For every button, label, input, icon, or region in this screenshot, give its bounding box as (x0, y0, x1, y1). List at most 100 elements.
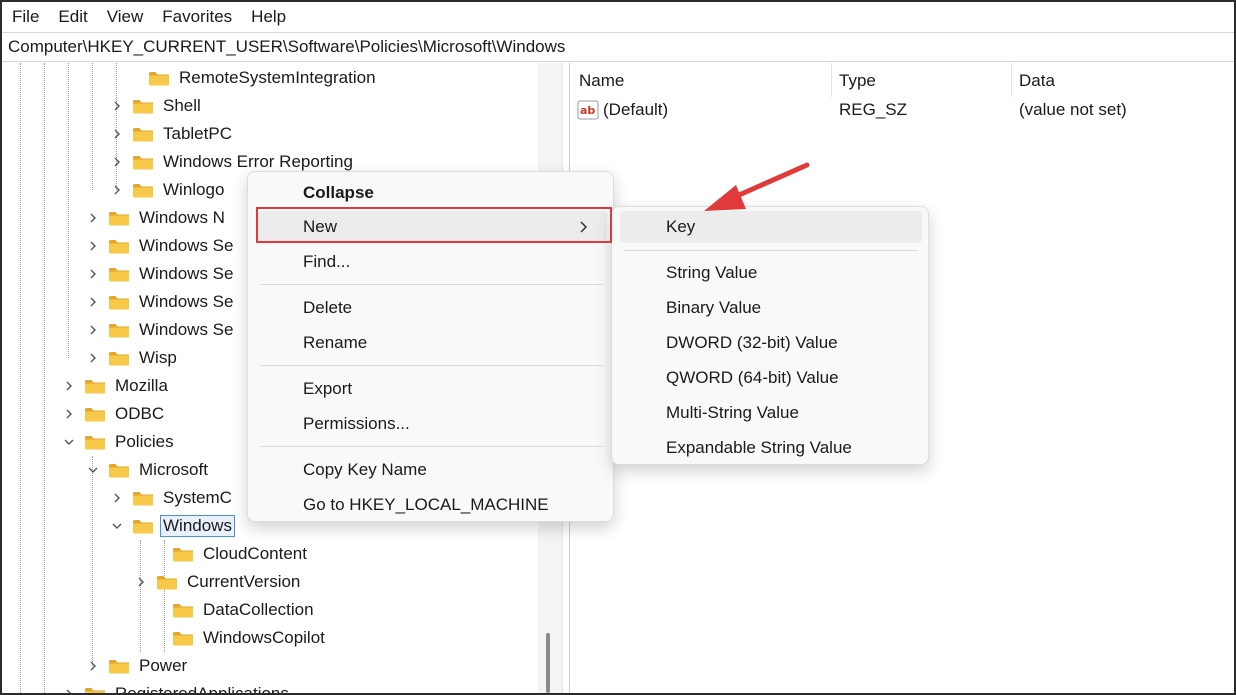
menu-item-delete[interactable]: Delete (256, 292, 607, 324)
folder-icon (172, 602, 194, 619)
chevron-right-icon[interactable] (110, 155, 124, 169)
submenu-item-multi-string-value[interactable]: Multi-String Value (620, 397, 922, 429)
menu-separator (260, 365, 603, 366)
menu-item-export[interactable]: Export (256, 373, 607, 405)
scrollbar-thumb[interactable] (546, 633, 550, 693)
menu-separator (260, 284, 603, 285)
folder-icon (108, 350, 130, 367)
tree-item[interactable]: Shell (110, 92, 204, 120)
chevron-down-icon[interactable] (86, 463, 100, 477)
folder-icon (108, 462, 130, 479)
tree-item[interactable]: RemoteSystemIntegration (148, 64, 379, 92)
reg-sz-icon: ab (577, 100, 599, 120)
menu-item-permissions[interactable]: Permissions... (256, 408, 607, 440)
folder-icon (156, 574, 178, 591)
menu-item-rename[interactable]: Rename (256, 327, 607, 359)
chevron-right-icon[interactable] (62, 407, 76, 421)
tree-item[interactable]: ODBC (62, 400, 167, 428)
column-header-type[interactable]: Type (831, 67, 876, 95)
column-header-name[interactable]: Name (571, 67, 624, 95)
tree-guide-line (20, 63, 21, 693)
tree-item[interactable]: SystemC (110, 484, 235, 512)
chevron-down-icon[interactable] (110, 519, 124, 533)
menu-favorites[interactable]: Favorites (152, 2, 241, 32)
menu-file[interactable]: File (2, 2, 48, 32)
menu-item-collapse[interactable]: Collapse (256, 177, 607, 209)
address-bar[interactable]: Computer\HKEY_CURRENT_USER\Software\Poli… (2, 32, 1234, 62)
tree-item[interactable]: TabletPC (110, 120, 235, 148)
submenu-item-dword-value[interactable]: DWORD (32-bit) Value (620, 327, 922, 359)
tree-item[interactable]: Windows Se (86, 232, 236, 260)
chevron-right-icon[interactable] (86, 267, 100, 281)
tree-item[interactable]: CurrentVersion (134, 568, 303, 596)
tree-item[interactable]: Policies (62, 428, 177, 456)
tree-item-label: RegisteredApplications (112, 683, 292, 693)
folder-icon (84, 378, 106, 395)
tree-item-label: Winlogo (163, 180, 225, 199)
chevron-right-icon[interactable] (86, 239, 100, 253)
chevron-right-icon[interactable] (134, 575, 148, 589)
tree-item[interactable]: Windows (110, 512, 235, 540)
submenu-item-string-value[interactable]: String Value (620, 257, 922, 289)
chevron-right-icon[interactable] (86, 659, 100, 673)
tree-item-label: Windows Se (139, 320, 234, 339)
folder-icon (148, 70, 170, 87)
context-menu: Collapse New Find... Delete Rename Expor… (247, 171, 614, 522)
chevron-right-icon[interactable] (62, 379, 76, 393)
value-row[interactable]: ab (Default) REG_SZ (value not set) (577, 97, 1236, 123)
tree-item-label: Microsoft (139, 460, 208, 479)
tree-item[interactable]: Winlogo (110, 176, 227, 204)
folder-icon (132, 518, 154, 535)
menu-item-copy-key-name[interactable]: Copy Key Name (256, 454, 607, 486)
folder-icon (132, 490, 154, 507)
folder-icon (172, 630, 194, 647)
tree-item[interactable]: Mozilla (62, 372, 171, 400)
folder-icon (84, 686, 106, 693)
chevron-right-icon[interactable] (110, 491, 124, 505)
menu-item-find[interactable]: Find... (256, 246, 607, 278)
value-type: REG_SZ (839, 100, 908, 119)
chevron-right-icon[interactable] (86, 323, 100, 337)
red-arrow-annotation (704, 162, 810, 211)
chevron-right-icon[interactable] (86, 211, 100, 225)
submenu-item-qword-value[interactable]: QWORD (64-bit) Value (620, 362, 922, 394)
tree-guide-line (44, 63, 45, 693)
tree-item[interactable]: DataCollection (172, 596, 317, 624)
chevron-right-icon[interactable] (110, 99, 124, 113)
tree-item-label: WindowsCopilot (203, 628, 325, 647)
value-data: (value not set) (1019, 100, 1127, 119)
submenu-item-binary-value[interactable]: Binary Value (620, 292, 922, 324)
chevron-right-icon[interactable] (86, 295, 100, 309)
menu-item-goto-hklm[interactable]: Go to HKEY_LOCAL_MACHINE (256, 489, 607, 521)
tree-item[interactable]: Wisp (86, 344, 180, 372)
tree-item-label: Windows N (139, 208, 225, 227)
menu-view[interactable]: View (97, 2, 153, 32)
chevron-right-icon[interactable] (110, 183, 124, 197)
tree-item[interactable]: Power (86, 652, 190, 680)
folder-icon (132, 126, 154, 143)
menu-item-new[interactable]: New (256, 211, 607, 243)
menu-edit[interactable]: Edit (48, 2, 96, 32)
tree-item[interactable]: Windows N (86, 204, 228, 232)
chevron-right-icon[interactable] (86, 351, 100, 365)
tree-item[interactable]: Windows Se (86, 288, 236, 316)
folder-icon (108, 294, 130, 311)
tree-item-label: SystemC (163, 488, 232, 507)
chevron-right-icon[interactable] (110, 127, 124, 141)
tree-item[interactable]: Microsoft (86, 456, 211, 484)
menu-help[interactable]: Help (241, 2, 295, 32)
submenu-item-expandable-string-value[interactable]: Expandable String Value (620, 432, 922, 464)
tree-item[interactable]: WindowsCopilot (172, 624, 328, 652)
folder-icon (108, 238, 130, 255)
column-header-data[interactable]: Data (1011, 67, 1055, 95)
chevron-right-icon[interactable] (62, 687, 76, 693)
tree-item-label: Windows Error Reporting (163, 152, 353, 171)
tree-item[interactable]: RegisteredApplications (62, 680, 292, 693)
folder-icon (172, 546, 194, 563)
tree-item-label: CurrentVersion (187, 572, 301, 591)
tree-item[interactable]: CloudContent (172, 540, 310, 568)
tree-item[interactable]: Windows Se (86, 316, 236, 344)
tree-item-label: Wisp (139, 348, 177, 367)
tree-item[interactable]: Windows Se (86, 260, 236, 288)
chevron-down-icon[interactable] (62, 435, 76, 449)
